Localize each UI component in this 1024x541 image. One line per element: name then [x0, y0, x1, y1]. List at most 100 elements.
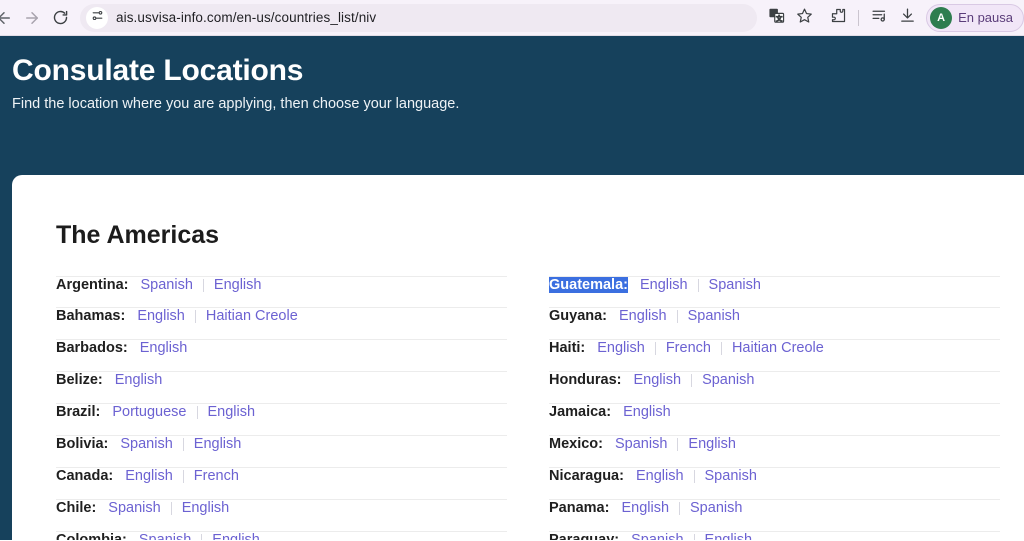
translate-button[interactable]: G 文: [763, 5, 789, 31]
site-settings-button[interactable]: [86, 6, 108, 29]
language-link[interactable]: Spanish: [631, 532, 683, 540]
country-row: Chile: Spanish English: [56, 500, 507, 532]
country-name: Brazil:: [56, 404, 101, 420]
language-link[interactable]: Haitian Creole: [206, 308, 298, 324]
language-link[interactable]: English: [636, 468, 684, 484]
language-link[interactable]: English: [182, 500, 230, 516]
language-link[interactable]: Spanish: [709, 277, 761, 293]
language-link[interactable]: Spanish: [141, 277, 193, 293]
language-links: Spanish English: [631, 532, 752, 540]
language-link[interactable]: English: [125, 468, 173, 484]
extensions-button[interactable]: [825, 5, 851, 31]
country-row: Belize: English: [56, 372, 507, 404]
country-column: Argentina: Spanish English Bahamas: English H…: [56, 276, 507, 540]
translate-icon: G 文: [768, 7, 785, 29]
language-link[interactable]: Spanish: [139, 532, 191, 540]
language-link[interactable]: English: [194, 436, 242, 452]
country-name: Guatemala:: [549, 277, 628, 293]
language-links: English Spanish: [634, 372, 755, 388]
language-link[interactable]: English: [137, 308, 185, 324]
back-arrow-icon: [0, 9, 13, 27]
reload-icon: [52, 9, 69, 26]
language-link[interactable]: English: [208, 404, 256, 420]
language-link[interactable]: English: [705, 532, 753, 540]
country-row: Paraguay: Spanish English: [549, 532, 1000, 540]
language-links: English Spanish: [640, 277, 761, 293]
reading-list-icon: [871, 7, 888, 29]
country-row: Colombia: Spanish English: [56, 532, 507, 540]
page-title: Consulate Locations: [12, 54, 304, 87]
country-name: Jamaica:: [549, 404, 612, 420]
country-row: Panama: English Spanish: [549, 500, 1000, 532]
link-separator: [182, 437, 184, 451]
page-body: Consulate Locations Find the location wh…: [0, 36, 1024, 540]
address-bar[interactable]: ais.usvisa-info.com/en-us/countries_list…: [80, 3, 758, 32]
country-name: Nicaragua:: [549, 468, 624, 484]
profile-button[interactable]: A En pausa: [926, 3, 1024, 32]
language-link[interactable]: English: [619, 308, 667, 324]
language-link[interactable]: English: [212, 532, 260, 540]
language-link[interactable]: Spanish: [615, 436, 667, 452]
forward-arrow-icon: [23, 9, 41, 27]
link-separator: [720, 341, 722, 355]
language-link[interactable]: English: [634, 372, 682, 388]
country-name: Bolivia:: [56, 436, 109, 452]
language-links: English French: [125, 468, 239, 484]
language-link[interactable]: English: [214, 277, 262, 293]
country-row: Canada: English French: [56, 468, 507, 500]
link-separator: [201, 533, 203, 540]
reading-list-button[interactable]: [866, 5, 892, 31]
content-card: The Americas Argentina: Spanish English Bah…: [12, 175, 1024, 540]
page-subtitle: Find the location where you are applying…: [12, 95, 460, 112]
downloads-button[interactable]: [894, 5, 920, 31]
language-link[interactable]: Spanish: [690, 500, 742, 516]
country-name: Haiti:: [549, 340, 586, 356]
language-link[interactable]: French: [194, 468, 239, 484]
reload-button[interactable]: [46, 4, 74, 32]
country-row: Guatemala: English Spanish: [549, 276, 1000, 308]
link-separator: [654, 341, 656, 355]
language-link[interactable]: Spanish: [120, 436, 172, 452]
language-link[interactable]: English: [623, 404, 671, 420]
language-link[interactable]: English: [621, 500, 669, 516]
language-link[interactable]: English: [115, 372, 163, 388]
language-links: English Spanish: [619, 308, 740, 324]
star-icon: [796, 7, 813, 29]
url-text[interactable]: ais.usvisa-info.com/en-us/countries_list…: [116, 10, 376, 25]
country-row: Bahamas: English Haitian Creole: [56, 308, 507, 340]
language-link[interactable]: Portuguese: [112, 404, 186, 420]
country-row: Nicaragua: English Spanish: [549, 468, 1000, 500]
language-link[interactable]: Spanish: [705, 468, 757, 484]
back-button[interactable]: [0, 4, 18, 32]
country-columns: Argentina: Spanish English Bahamas: English H…: [56, 276, 1000, 540]
country-name: Barbados:: [56, 340, 128, 356]
language-link[interactable]: Spanish: [702, 372, 754, 388]
link-separator: [697, 278, 699, 292]
language-links: Spanish English: [615, 436, 736, 452]
link-separator: [691, 373, 693, 387]
language-link[interactable]: English: [640, 277, 688, 293]
language-link[interactable]: Haitian Creole: [732, 340, 824, 356]
country-row: Haiti: English French Haitian Creole: [549, 340, 1000, 372]
extensions-puzzle-icon: [830, 7, 847, 29]
link-separator: [202, 278, 204, 292]
country-row: Argentina: Spanish English: [56, 276, 507, 308]
language-link[interactable]: English: [688, 436, 736, 452]
bookmark-button[interactable]: [791, 5, 817, 31]
country-name: Canada:: [56, 468, 114, 484]
toolbar-actions: G 文 A En pausa: [763, 3, 1024, 32]
language-links: English Haitian Creole: [137, 308, 297, 324]
country-name: Colombia:: [56, 532, 127, 540]
forward-button[interactable]: [18, 4, 46, 32]
svg-text:文: 文: [776, 13, 783, 22]
download-icon: [899, 7, 916, 29]
language-link[interactable]: English: [140, 340, 188, 356]
language-link[interactable]: French: [666, 340, 711, 356]
language-link[interactable]: English: [597, 340, 645, 356]
link-separator: [679, 501, 681, 515]
avatar: A: [930, 6, 953, 29]
language-link[interactable]: Spanish: [688, 308, 740, 324]
toolbar-divider: [858, 9, 860, 26]
language-link[interactable]: Spanish: [108, 500, 160, 516]
section-title: The Americas: [56, 221, 220, 249]
